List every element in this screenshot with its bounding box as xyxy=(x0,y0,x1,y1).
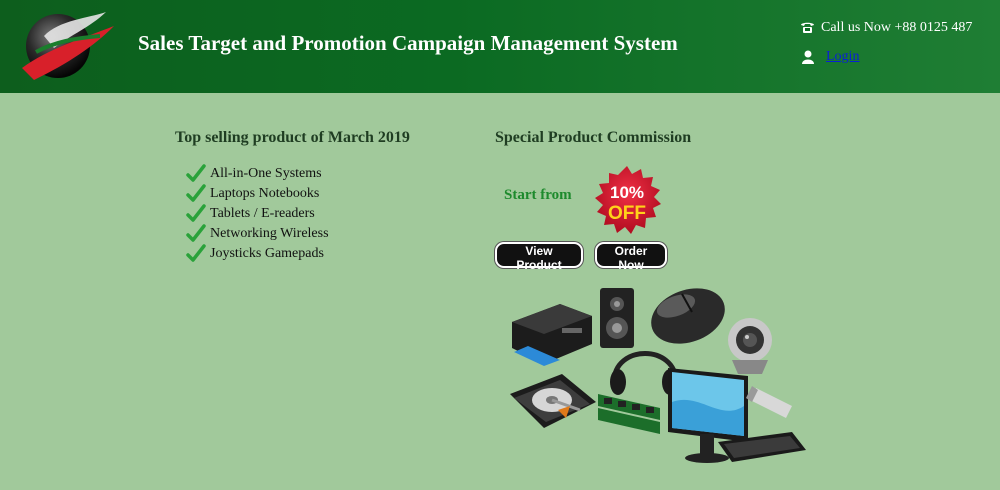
hard-drive-icon xyxy=(510,374,596,428)
headphones-icon xyxy=(610,351,679,395)
checkmark-icon xyxy=(186,164,206,182)
mouse-icon xyxy=(651,288,725,344)
view-product-button[interactable]: View Product xyxy=(495,242,583,272)
list-item: Laptops Notebooks xyxy=(186,184,329,204)
discount-badge: 10% OFF xyxy=(595,166,661,234)
checkmark-icon xyxy=(186,224,206,242)
top-selling-title: Top selling product of March 2019 xyxy=(175,129,410,146)
ram-module-icon xyxy=(598,394,660,434)
checkmark-icon xyxy=(186,244,206,262)
phone-text: Call us Now +88 0125 487 xyxy=(821,20,973,35)
list-item: All-in-One Systems xyxy=(186,164,329,184)
list-item-label: All-in-One Systems xyxy=(210,166,322,181)
order-now-button[interactable]: Order Now xyxy=(595,242,667,272)
list-item-label: Tablets / E-readers xyxy=(210,206,315,221)
computer-devices-image xyxy=(510,288,806,463)
site-title: Sales Target and Promotion Campaign Mana… xyxy=(138,31,678,55)
checkmark-icon xyxy=(186,204,206,222)
top-selling-list: All-in-One Systems Laptops Notebooks Tab… xyxy=(186,164,329,264)
list-item: Networking Wireless xyxy=(186,224,329,244)
contact-login: Login xyxy=(802,49,859,65)
list-item-label: Joysticks Gamepads xyxy=(210,246,324,261)
usb-drive-icon xyxy=(746,386,792,418)
webcam-icon xyxy=(728,318,772,374)
list-item: Tablets / E-readers xyxy=(186,204,329,224)
printer-icon xyxy=(512,304,592,366)
phone-icon xyxy=(801,23,814,34)
list-item: Joysticks Gamepads xyxy=(186,244,329,264)
start-from-text: Start from xyxy=(504,187,572,203)
badge-word: OFF xyxy=(608,203,646,224)
checkmark-icon xyxy=(186,184,206,202)
site-header: Sales Target and Promotion Campaign Mana… xyxy=(0,0,1000,93)
commission-title: Special Product Commission xyxy=(495,129,692,146)
contact-phone: Call us Now +88 0125 487 xyxy=(800,20,972,36)
login-link[interactable]: Login xyxy=(826,49,859,64)
list-item-label: Networking Wireless xyxy=(210,226,329,241)
company-logo xyxy=(22,12,114,80)
speaker-icon xyxy=(600,288,634,348)
badge-percent: 10% xyxy=(610,183,644,202)
user-icon xyxy=(802,50,814,64)
list-item-label: Laptops Notebooks xyxy=(210,186,320,201)
